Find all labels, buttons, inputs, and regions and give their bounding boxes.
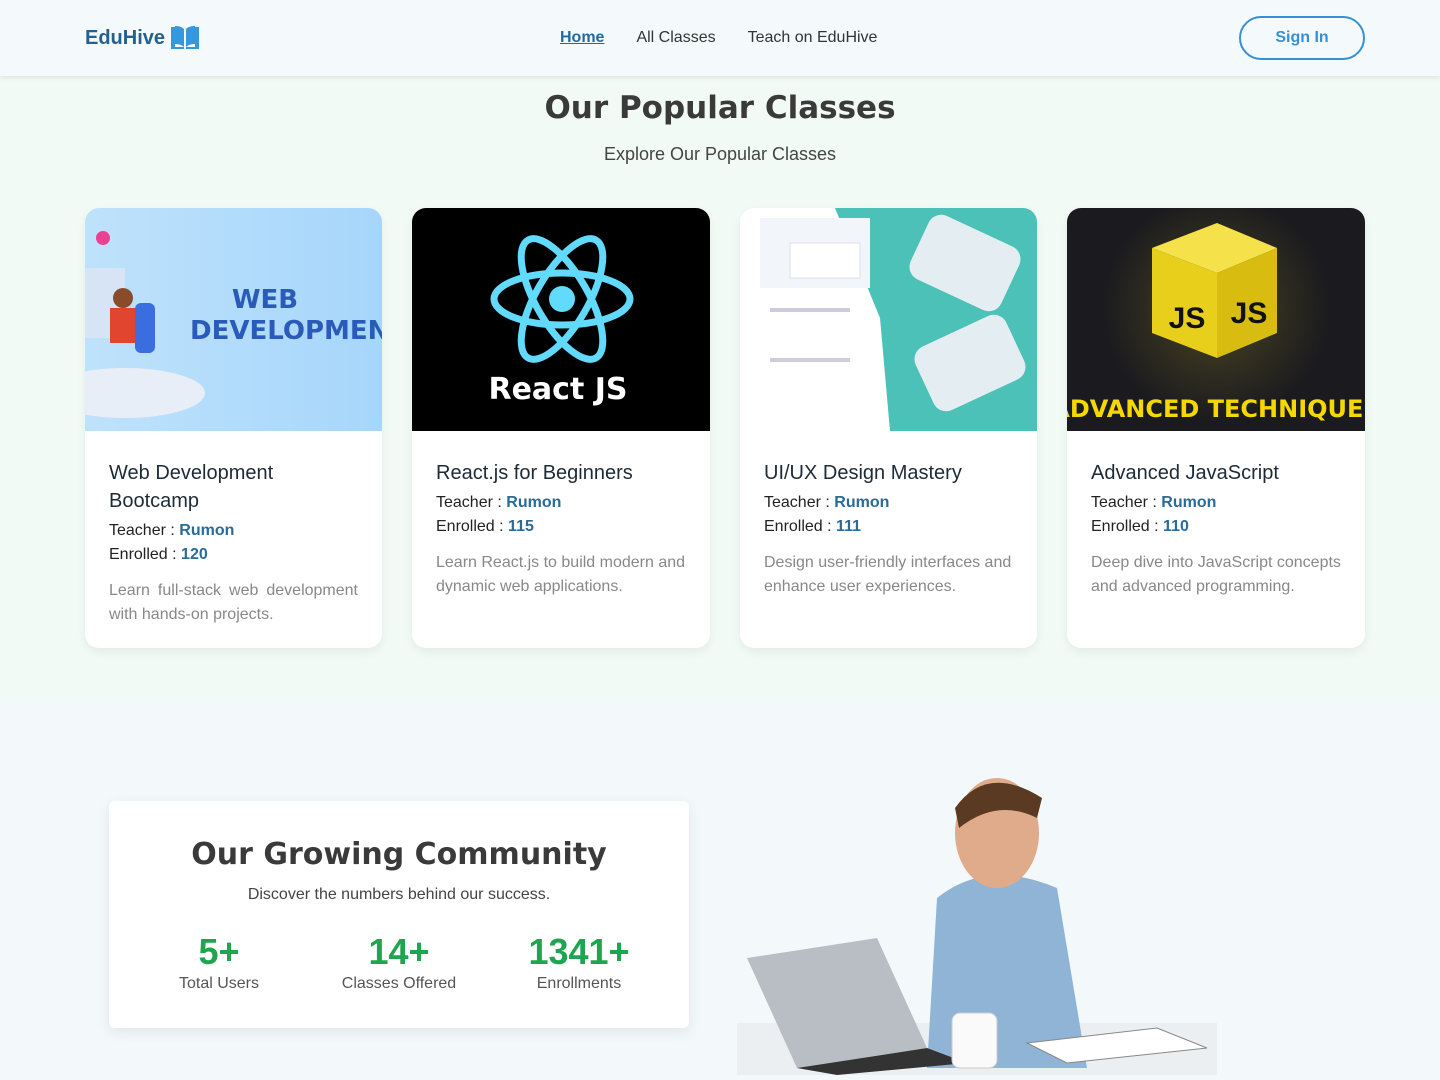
class-card[interactable]: WEB DEVELOPMEN Web Development Bootcamp …	[85, 208, 382, 648]
enrolled: Enrolled : 120	[109, 546, 208, 563]
stat-enrollments: 1341+ Enrollments	[528, 931, 630, 992]
teacher: Teacher : Rumon	[1091, 494, 1217, 511]
class-card[interactable]: JS JS ADVANCED TECHNIQUES Advanced JavaS…	[1067, 208, 1365, 648]
nav-teach[interactable]: Teach on EduHive	[748, 29, 878, 47]
class-description: Deep dive into JavaScript concepts and a…	[1091, 554, 1341, 595]
svg-text:JS: JS	[1169, 302, 1206, 335]
community-card: Our Growing Community Discover the numbe…	[109, 801, 689, 1028]
stat-classes-offered: 14+ Classes Offered	[341, 931, 457, 992]
class-image: WEB DEVELOPMEN	[85, 208, 382, 431]
class-card[interactable]: React JS React.js for Beginners Teacher …	[412, 208, 710, 648]
class-title: Web Development Bootcamp	[109, 462, 274, 512]
svg-text:DEVELOPMEN: DEVELOPMEN	[190, 316, 382, 346]
class-description: Learn React.js to build modern and dynam…	[436, 554, 686, 595]
class-title: UI/UX Design Mastery	[764, 462, 962, 484]
stat-total-users: 5+ Total Users	[178, 931, 260, 992]
class-title: Advanced JavaScript	[1091, 462, 1279, 484]
svg-text:WEB: WEB	[232, 285, 298, 315]
class-image: React JS	[412, 208, 710, 431]
community-subtitle: Discover the numbers behind our success.	[247, 886, 551, 903]
page-title: Our Popular Classes	[544, 90, 896, 126]
header: EduHive Home All Classes Teach on EduHiv…	[0, 0, 1440, 76]
enrolled: Enrolled : 111	[764, 518, 861, 535]
book-icon	[171, 26, 200, 49]
enrolled: Enrolled : 110	[1091, 518, 1189, 535]
nav-home[interactable]: Home	[560, 29, 604, 47]
teacher: Teacher : Rumon	[764, 494, 890, 511]
page-subtitle: Explore Our Popular Classes	[603, 144, 837, 164]
logo[interactable]: EduHive	[85, 25, 201, 51]
svg-text:ADVANCED TECHNIQUES: ADVANCED TECHNIQUES	[1067, 395, 1365, 423]
class-description: Design user-friendly interfaces and enha…	[764, 554, 1012, 595]
teacher: Teacher : Rumon	[436, 494, 562, 511]
community-title: Our Growing Community	[191, 837, 607, 872]
class-image	[740, 208, 1037, 431]
class-card[interactable]: UI/UX Design Mastery Teacher : Rumon Enr…	[740, 208, 1037, 648]
class-title: React.js for Beginners	[436, 462, 633, 484]
main-nav: Home All Classes Teach on EduHive	[560, 29, 877, 47]
js-cube-illustration: JS JS ADVANCED TECHNIQUES	[1067, 223, 1365, 423]
enrolled: Enrolled : 115	[436, 518, 534, 535]
svg-text:JS: JS	[1231, 297, 1268, 330]
nav-all-classes[interactable]: All Classes	[636, 29, 715, 47]
teacher: Teacher : Rumon	[109, 522, 235, 539]
student-laptop-image	[737, 778, 1217, 1075]
class-image: JS JS ADVANCED TECHNIQUES	[1067, 208, 1365, 431]
svg-text:React JS: React JS	[488, 372, 627, 407]
react-logo-icon: React JS	[488, 235, 634, 407]
class-description: Learn full-stack web development with ha…	[109, 582, 358, 623]
uiux-illustration	[760, 208, 1037, 431]
web-dev-illustration: WEB DEVELOPMEN	[85, 231, 382, 418]
sign-in-button[interactable]: Sign In	[1239, 16, 1365, 60]
logo-text: EduHive	[85, 26, 166, 49]
